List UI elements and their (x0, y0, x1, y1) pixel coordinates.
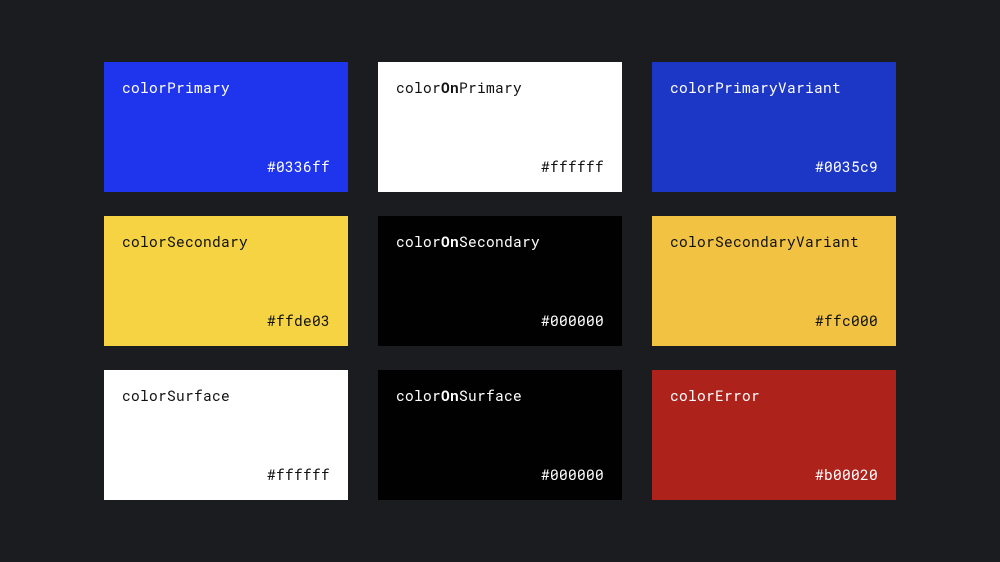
swatch-name: colorOnPrimary (396, 78, 604, 97)
swatch-name: colorPrimaryVariant (670, 78, 878, 97)
swatch-color-secondary: colorSecondary #ffde03 (104, 216, 348, 346)
swatch-name: colorOnSecondary (396, 232, 604, 251)
swatch-color-error: colorError #b00020 (652, 370, 896, 500)
swatch-color-surface: colorSurface #ffffff (104, 370, 348, 500)
swatch-color-primary-variant: colorPrimaryVariant #0035c9 (652, 62, 896, 192)
swatch-name: colorSecondaryVariant (670, 232, 878, 251)
swatch-hex: #ffffff (122, 465, 330, 484)
swatch-name: colorPrimary (122, 78, 330, 97)
swatch-hex: #0035c9 (670, 157, 878, 176)
swatch-name: colorSurface (122, 386, 330, 405)
swatch-hex: #000000 (396, 311, 604, 330)
swatch-color-on-secondary: colorOnSecondary #000000 (378, 216, 622, 346)
swatch-hex: #b00020 (670, 465, 878, 484)
swatch-name: colorSecondary (122, 232, 330, 251)
swatch-hex: #0336ff (122, 157, 330, 176)
swatch-name: colorError (670, 386, 878, 405)
swatch-hex: #000000 (396, 465, 604, 484)
swatch-hex: #ffffff (396, 157, 604, 176)
swatch-hex: #ffde03 (122, 311, 330, 330)
swatch-color-primary: colorPrimary #0336ff (104, 62, 348, 192)
swatch-hex: #ffc000 (670, 311, 878, 330)
color-palette-grid: colorPrimary #0336ff colorOnPrimary #fff… (104, 62, 896, 500)
swatch-color-on-primary: colorOnPrimary #ffffff (378, 62, 622, 192)
swatch-color-secondary-variant: colorSecondaryVariant #ffc000 (652, 216, 896, 346)
swatch-color-on-surface: colorOnSurface #000000 (378, 370, 622, 500)
swatch-name: colorOnSurface (396, 386, 604, 405)
